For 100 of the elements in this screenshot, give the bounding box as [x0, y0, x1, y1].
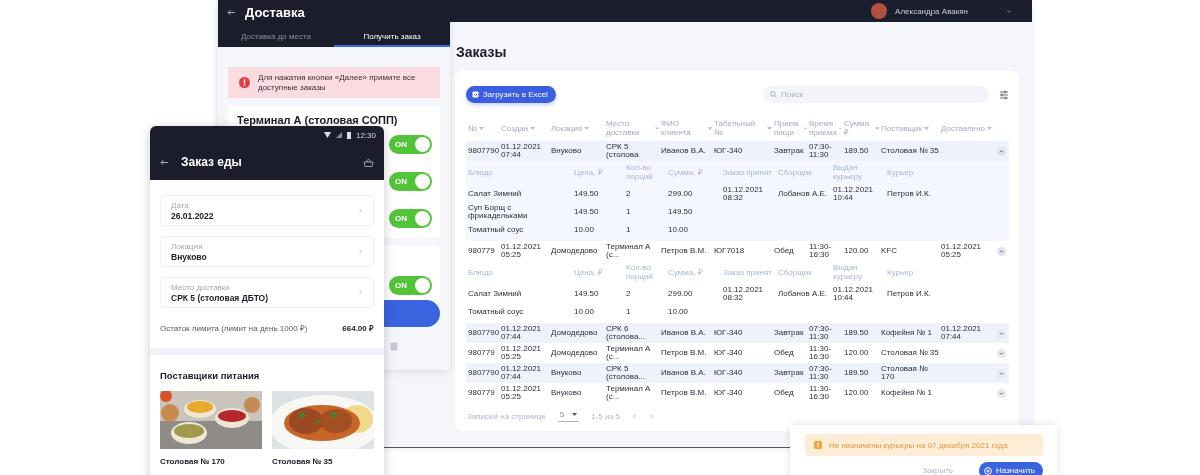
column-header[interactable]: ФИО клиента [661, 120, 706, 138]
table-cell-text: ЮГ-340 [714, 328, 744, 338]
table-cell-text: ЮГ-340 [714, 388, 744, 398]
table-cell-text: ЮГ-340 [714, 368, 744, 378]
table-cell-text: 1 [626, 307, 632, 317]
table-cell-text: 07:30-11:30 [809, 142, 833, 160]
toggle-switch[interactable]: ON [389, 276, 432, 295]
select-field[interactable]: Локация Внуково [160, 236, 374, 267]
assign-button[interactable]: Назначить [979, 462, 1043, 475]
column-header[interactable]: Локация [551, 124, 583, 134]
sort-icon[interactable] [767, 127, 772, 131]
column-header[interactable]: № [468, 124, 477, 134]
toggle-switch[interactable]: ON [389, 209, 432, 228]
expand-toggle[interactable] [997, 246, 1006, 256]
table-cell-text: 299.00 [668, 289, 694, 299]
sort-icon[interactable] [874, 127, 879, 131]
detail-header: Заказ принят [723, 168, 773, 178]
column-header[interactable]: Поставщик [881, 124, 923, 134]
table-cell-text: Иванов В.А. [661, 146, 707, 156]
expand-toggle[interactable] [997, 328, 1006, 338]
expand-toggle[interactable] [997, 388, 1006, 398]
table-cell: 9807790 [468, 368, 501, 378]
column-header[interactable]: Табельный № [714, 120, 766, 138]
basket-icon[interactable] [363, 157, 374, 167]
back-arrow-icon[interactable] [160, 158, 169, 166]
table-cell-text: Петров В.М. [661, 348, 708, 358]
warning-text: Не назначены курьеры на 07 декабря 2021 года [829, 440, 1008, 450]
select-field[interactable]: Дата 26.01.2022 [160, 195, 374, 226]
detail-header: Сборщик [778, 268, 813, 278]
table-cell-text: 120.00 [844, 388, 870, 398]
table-cell-text: ЮГ-340 [714, 348, 744, 358]
table-cell-text: 980779 [468, 348, 496, 358]
table-cell-text: Петров В.М. [661, 246, 708, 256]
sort-icon[interactable] [987, 127, 993, 131]
table-cell-text: 11:30-16:30 [809, 242, 833, 260]
toggle-switch[interactable]: ON [389, 172, 432, 191]
avatar[interactable] [871, 3, 888, 19]
sort-icon[interactable] [584, 127, 590, 131]
expand-toggle[interactable] [997, 368, 1006, 378]
supplier-name[interactable]: Столовая № 170 [160, 457, 262, 466]
table-cell-text: 980779 [468, 388, 496, 398]
limit-amount: 664.00 ₽ [342, 322, 374, 333]
sort-icon[interactable] [655, 127, 659, 131]
table-cell: 9807790 [468, 328, 501, 338]
table-cell-text: Обед [774, 388, 795, 398]
column-header[interactable]: Сумма ₽ [844, 120, 873, 138]
search-field[interactable]: Поиск [763, 86, 989, 103]
select-field[interactable]: Место доставки СРК 5 (столовая ДБТО) [160, 277, 374, 308]
table-cell-text: Столовая № 35 [881, 146, 940, 156]
toggle-switch[interactable]: ON [389, 135, 432, 154]
table-cell-text: 10.00 [668, 225, 690, 235]
column-header[interactable]: Доставлено [941, 124, 986, 134]
chevron-right-icon [358, 208, 363, 213]
chevron-down-icon [999, 370, 1004, 376]
sort-icon[interactable] [924, 127, 930, 131]
table-cell-text: Обед [774, 246, 795, 256]
terminal-title: Терминал А (столовая СОПП) [237, 114, 399, 126]
column-header[interactable]: Время приема [809, 120, 838, 138]
sort-icon[interactable] [478, 127, 484, 131]
table-cell-text: KFC [881, 246, 898, 256]
supplier-name[interactable]: Столовая № 35 [272, 457, 374, 466]
table-cell-text: 2 [626, 189, 632, 199]
export-button[interactable]: Загрузить в Excel [466, 86, 556, 103]
table-cell-text: СРК 5 (столова [606, 142, 640, 160]
table-cell-text: Внуково [551, 146, 583, 156]
table-cell-text: Внуково [551, 388, 583, 398]
filter-icon[interactable] [999, 89, 1009, 100]
next-button[interactable] [384, 300, 440, 327]
table-cell-text: Салат Зимний [468, 189, 523, 199]
column-header[interactable]: Прием пищи [774, 120, 802, 138]
chevron-down-icon[interactable] [1006, 8, 1012, 14]
table-cell-text: Столовая № 170 [881, 364, 929, 382]
table-cell-text: 149.50 [668, 207, 694, 217]
expand-toggle[interactable] [997, 348, 1006, 358]
tab[interactable]: Получить заказ [334, 27, 450, 47]
status-time: 12:30 [355, 130, 376, 140]
sort-icon[interactable] [707, 127, 712, 131]
rows-per-page-select[interactable]: 5 [557, 410, 580, 422]
detail-header: Заказ принят [723, 268, 773, 278]
table-cell-text: Внуково [551, 368, 583, 378]
detail-header: Курьер [887, 268, 915, 278]
table-cell-text: СРК 6 (столова... [606, 324, 646, 342]
detail-header: Сумма, ₽ [668, 168, 704, 178]
screen-title: Заказ еды [181, 155, 243, 169]
table-cell-text: 120.00 [844, 348, 870, 358]
column-header[interactable]: Создан [501, 124, 529, 134]
table-cell-text: 07:30-11:30 [809, 324, 833, 342]
user-name[interactable]: Александра Авакян [895, 6, 968, 16]
close-button[interactable]: Закрыть [916, 465, 960, 475]
alert-text: Для нажатия кнопки «Далее» примите все доступные заказы [258, 72, 417, 93]
table-cell-text: СРК 5 (столова... [606, 364, 646, 382]
tab[interactable]: Доставка до места [218, 27, 334, 47]
page-range: 1-5 из 5 [591, 411, 620, 421]
sort-icon[interactable] [530, 127, 536, 131]
column-header[interactable]: Место доставки [606, 120, 653, 138]
expand-toggle[interactable] [997, 146, 1006, 156]
table-cell-text: Иванов В.А. [661, 328, 707, 338]
table-cell-text: 01.12.2021 05:25 [941, 242, 983, 260]
table-cell-text: 189.50 [844, 328, 870, 338]
back-arrow-icon[interactable] [227, 8, 236, 16]
